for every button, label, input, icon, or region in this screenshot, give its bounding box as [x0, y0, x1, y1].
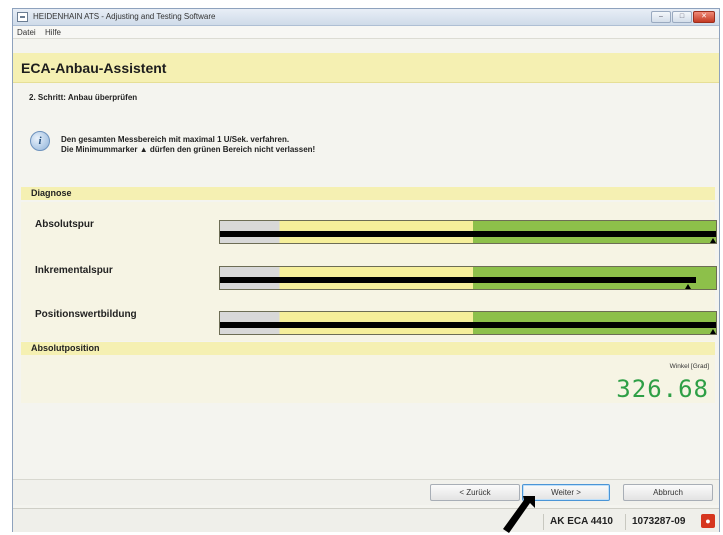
absolutposition-header: Absolutposition [21, 342, 715, 355]
min-marker-inkrementalspur [685, 284, 691, 289]
cancel-button[interactable]: Abbruch [623, 484, 713, 501]
diagnose-panel: Absolutspur Inkrementalspur Positionswer… [21, 202, 717, 341]
diag-level-absolutspur [220, 231, 716, 237]
instruction-line-2: Die Minimummarker ▲ dürfen den grünen Be… [61, 145, 316, 154]
diag-label-inkrementalspur: Inkrementalspur [35, 265, 113, 276]
instruction-line-1: Den gesamten Messbereich mit maximal 1 U… [61, 135, 290, 144]
button-bar: < Zurück Weiter > Abbruch [13, 479, 719, 505]
page-title: ECA-Anbau-Assistent [21, 60, 167, 76]
menu-hilfe[interactable]: Hilfe [45, 28, 61, 37]
menu-bar: Datei Hilfe [13, 26, 719, 39]
app-window: HEIDENHAIN ATS - Adjusting and Testing S… [12, 8, 720, 532]
connection-status-icon[interactable]: ● [701, 514, 715, 528]
min-marker-positionswertbildung [710, 329, 716, 334]
absolutposition-title: Absolutposition [31, 343, 100, 353]
device-id: 1073287-09 [625, 514, 701, 530]
app-icon [17, 12, 28, 22]
diagnose-header: Diagnose [21, 187, 715, 200]
diag-label-absolutspur: Absolutspur [35, 219, 94, 230]
diag-bar-absolutspur [219, 220, 717, 244]
diag-bar-inkrementalspur [219, 266, 717, 290]
diag-level-inkrementalspur [220, 277, 696, 283]
min-marker-absolutspur [710, 238, 716, 243]
diag-level-positionswertbildung [220, 322, 716, 328]
device-name: AK ECA 4410 [543, 514, 625, 530]
info-icon: i [30, 131, 50, 151]
maximize-icon[interactable]: □ [672, 11, 692, 23]
menu-datei[interactable]: Datei [17, 28, 36, 37]
window-controls: – □ ✕ [651, 11, 715, 23]
close-icon[interactable]: ✕ [693, 11, 715, 23]
title-bar: HEIDENHAIN ATS - Adjusting and Testing S… [13, 9, 719, 26]
diag-bar-positionswertbildung [219, 311, 717, 335]
status-bar: AK ECA 4410 1073287-09 ● [13, 508, 719, 532]
absolutposition-panel [21, 355, 715, 403]
step-title: 2. Schritt: Anbau überprüfen [29, 93, 138, 102]
instructions: Den gesamten Messbereich mit maximal 1 U… [61, 135, 315, 155]
diag-label-positionswertbildung: Positionswertbildung [35, 309, 137, 320]
mouse-cursor-icon [503, 496, 535, 533]
wizard-header: ECA-Anbau-Assistent [13, 53, 719, 83]
angle-value: 326.68 [616, 375, 709, 403]
minimize-icon[interactable]: – [651, 11, 671, 23]
diagnose-title: Diagnose [31, 188, 72, 198]
window-title: HEIDENHAIN ATS - Adjusting and Testing S… [33, 12, 216, 21]
angle-unit-label: Winkel [Grad] [669, 363, 709, 370]
